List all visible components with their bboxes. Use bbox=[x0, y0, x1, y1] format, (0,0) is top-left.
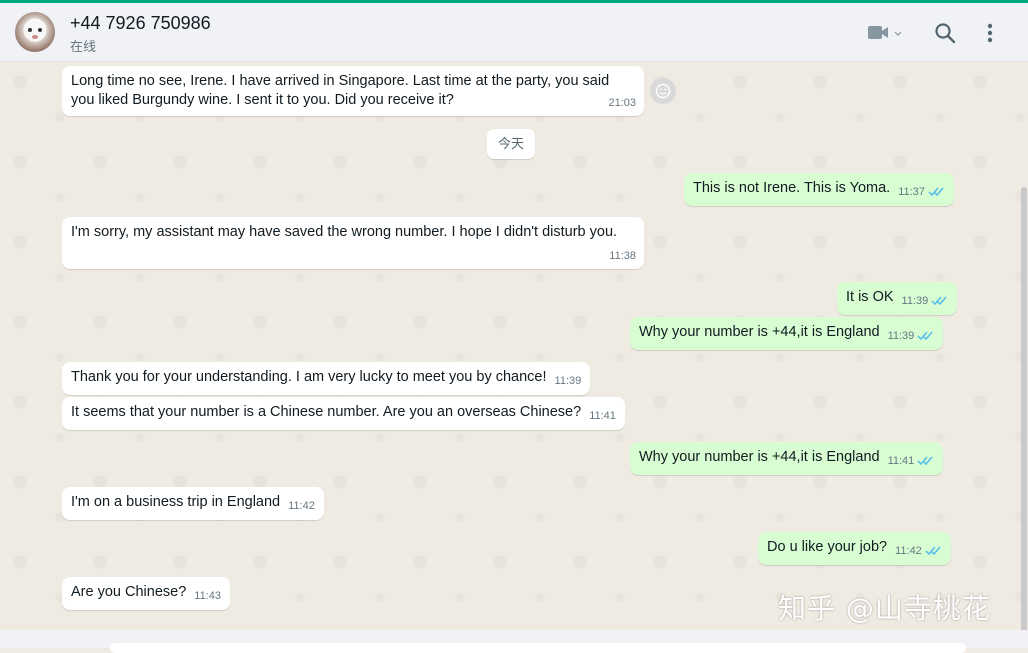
message-text: It seems that your number is a Chinese n… bbox=[71, 404, 582, 420]
emoji-icon bbox=[655, 83, 671, 99]
read-ticks-icon bbox=[917, 328, 934, 347]
date-divider: 今天 bbox=[487, 129, 535, 159]
read-ticks-icon bbox=[925, 543, 942, 562]
message-text: It is OK bbox=[846, 289, 894, 305]
chat-header: +44 7926 750986 在线 bbox=[0, 3, 1028, 62]
message-incoming[interactable]: Long time no see, Irene. I have arrived … bbox=[62, 66, 644, 116]
message-outgoing[interactable]: This is not Irene. This is Yoma. 11:37 bbox=[684, 173, 954, 206]
contact-status: 在线 bbox=[70, 39, 97, 54]
message-time: 11:41 bbox=[589, 410, 616, 422]
message-text: I'm on a business trip in England bbox=[71, 494, 281, 510]
message-incoming[interactable]: I'm on a business trip in England 11:42 bbox=[62, 487, 324, 520]
message-text: I'm sorry, my assistant may have saved t… bbox=[71, 224, 618, 240]
message-text: Are you Chinese? bbox=[71, 584, 187, 600]
message-input[interactable] bbox=[110, 643, 966, 653]
message-text: This is not Irene. This is Yoma. bbox=[693, 180, 891, 196]
composer-bar bbox=[0, 630, 1028, 653]
message-time: 11:42 bbox=[895, 545, 922, 557]
message-list[interactable]: Long time no see, Irene. I have arrived … bbox=[0, 62, 1028, 630]
read-ticks-icon bbox=[928, 184, 945, 203]
menu-icon bbox=[987, 23, 993, 43]
message-time: 11:43 bbox=[194, 590, 221, 602]
message-time: 11:39 bbox=[554, 375, 582, 387]
message-outgoing[interactable]: It is OK 11:39 bbox=[837, 282, 958, 315]
message-outgoing[interactable]: Do u like your job? 11:42 bbox=[758, 532, 951, 565]
menu-button[interactable] bbox=[986, 20, 994, 46]
message-text: Why your number is +44,it is England bbox=[639, 449, 880, 465]
message-text: Long time no see, Irene. I have arrived … bbox=[71, 73, 610, 108]
video-call-button[interactable] bbox=[866, 20, 902, 46]
message-time: 11:41 bbox=[887, 455, 915, 467]
message-text: Thank you for your understanding. I am v… bbox=[71, 369, 547, 385]
message-incoming[interactable]: It seems that your number is a Chinese n… bbox=[62, 397, 625, 430]
message-text: Do u like your job? bbox=[767, 539, 888, 555]
message-incoming[interactable]: Are you Chinese? 11:43 bbox=[62, 577, 230, 610]
message-time: 11:42 bbox=[288, 500, 315, 512]
video-icon bbox=[868, 26, 902, 39]
message-time: 11:38 bbox=[609, 250, 636, 262]
message-incoming[interactable]: I'm sorry, my assistant may have saved t… bbox=[62, 217, 644, 269]
message-incoming[interactable]: Thank you for your understanding. I am v… bbox=[62, 362, 591, 395]
search-button[interactable] bbox=[934, 20, 956, 46]
contact-name[interactable]: +44 7926 750986 bbox=[70, 13, 211, 34]
scrollbar[interactable] bbox=[1021, 187, 1027, 630]
message-outgoing[interactable]: Why your number is +44,it is England 11:4… bbox=[630, 442, 944, 475]
search-icon bbox=[935, 23, 956, 44]
message-outgoing[interactable]: Why your number is +44,it is England 11:3… bbox=[630, 317, 944, 350]
reaction-button[interactable] bbox=[650, 78, 676, 104]
message-time: 21:03 bbox=[608, 97, 636, 109]
message-time: 11:37 bbox=[898, 186, 925, 198]
message-time: 11:39 bbox=[887, 330, 915, 342]
read-ticks-icon bbox=[917, 453, 934, 472]
message-time: 11:39 bbox=[901, 295, 929, 307]
contact-avatar[interactable] bbox=[15, 12, 55, 52]
watermark: 知乎 @山寺桃花 bbox=[778, 592, 991, 625]
read-ticks-icon bbox=[931, 293, 948, 312]
message-text: Why your number is +44,it is England bbox=[639, 324, 880, 340]
